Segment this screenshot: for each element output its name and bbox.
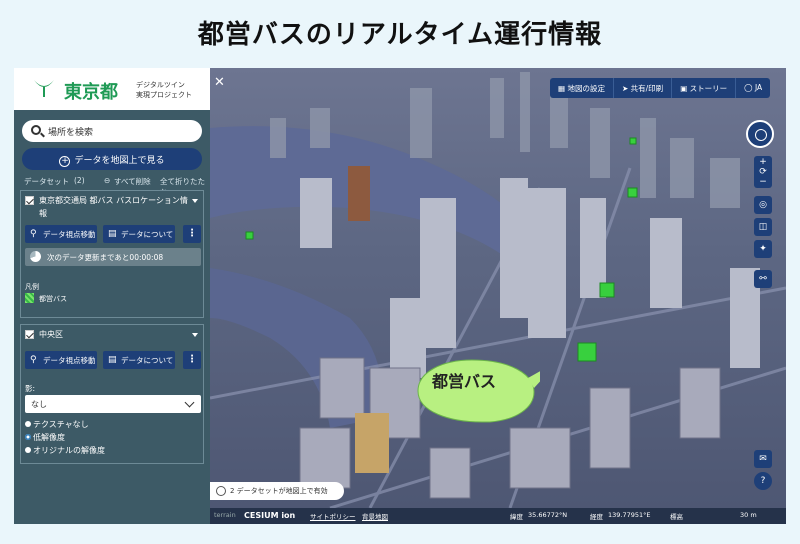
- map-settings-button[interactable]: ▦ 地図の設定: [550, 78, 614, 98]
- brand-name: 東京都: [64, 82, 118, 103]
- clear-all-button[interactable]: すべて削除: [114, 176, 151, 187]
- lon-label: 経度: [590, 513, 603, 521]
- update-countdown: 次のデータ更新まであと00:00:08: [25, 248, 201, 266]
- feedback-icon[interactable]: ✉: [754, 450, 772, 468]
- chevron-down-icon: [184, 397, 195, 408]
- share-print-button[interactable]: ➤ 共有/印刷: [614, 78, 673, 98]
- bus-more-menu-button[interactable]: ⋮: [183, 225, 201, 243]
- digital-twin-app: 東京都 デジタルツイン 実現プロジェクト 場所を検索 + データを地図上で見る デ…: [14, 68, 786, 524]
- city-scene: [210, 72, 786, 508]
- minus-circle-icon: ⊖: [104, 176, 111, 185]
- measure-icon[interactable]: ⚯: [754, 270, 772, 288]
- site-policy-link[interactable]: サイトポリシー: [310, 511, 356, 521]
- comment-icon: ▤: [108, 229, 117, 239]
- show-data-on-map-button[interactable]: + データを地図上で見る: [22, 148, 202, 170]
- map-toolbar: ▦ 地図の設定 ➤ 共有/印刷 ▣ ストーリー ◯ JA: [550, 78, 771, 98]
- search-icon: ⚲: [30, 229, 37, 239]
- refresh-icon[interactable]: ⟳: [754, 167, 772, 177]
- bus-dataset-checkbox[interactable]: [25, 196, 34, 205]
- story-button[interactable]: ▣ ストーリー: [672, 78, 737, 98]
- zoom-out-icon[interactable]: −: [754, 177, 772, 187]
- chevron-down-icon[interactable]: [192, 333, 198, 337]
- sidebar: 東京都 デジタルツイン 実現プロジェクト 場所を検索 + データを地図上で見る デ…: [14, 68, 210, 524]
- search-icon: ⚲: [30, 355, 37, 365]
- page-headline: 都営バスのリアルタイム運行情報: [197, 20, 603, 50]
- info-icon: [216, 486, 226, 496]
- dataset-card-chuo: 中央区 ⚲ データ視点移動 ▤ データについて ⋮ 影: なし テクスチャなし …: [20, 324, 204, 464]
- base-map-link[interactable]: 背景地図: [362, 511, 388, 521]
- dataset-header: データセット (2) ⊖ すべて削除 全て折りたたむ: [22, 176, 206, 197]
- chuo-dataset-checkbox[interactable]: [25, 330, 34, 339]
- chuo-dataset-title: 中央区: [39, 330, 63, 339]
- comment-icon: ▤: [108, 355, 117, 365]
- 3d-map-view[interactable]: ✕ ▦ 地図の設定 ➤ 共有/印刷 ▣ ストーリー ◯ JA + ⟳ − ◎ ◫…: [210, 68, 786, 524]
- chevron-down-icon[interactable]: [192, 199, 198, 203]
- help-icon[interactable]: ?: [754, 472, 772, 490]
- brand-subtitle: デジタルツイン 実現プロジェクト: [136, 81, 192, 99]
- search-placeholder: 場所を検索: [48, 128, 94, 138]
- dataset-label: データセット: [24, 177, 69, 186]
- chuo-about-data-button[interactable]: ▤ データについて: [103, 351, 175, 369]
- elev-label: 標高: [670, 513, 683, 521]
- lat-value: 35.66772°N: [528, 511, 568, 519]
- chuo-more-menu-button[interactable]: ⋮: [183, 351, 201, 369]
- callout-label: 都営バス: [432, 372, 497, 391]
- original-res-radio[interactable]: オリジナルの解像度: [25, 445, 105, 456]
- cesium-logo[interactable]: CESIUM ion: [244, 511, 295, 520]
- lon-value: 139.77951°E: [608, 511, 651, 519]
- active-datasets-notice[interactable]: 2 データセットが地図上で有効: [210, 482, 344, 500]
- low-res-radio[interactable]: 低解像度: [25, 432, 65, 443]
- lat-label: 緯度: [510, 513, 523, 521]
- close-icon[interactable]: ✕: [214, 76, 228, 90]
- bus-dataset-title: 東京都交通局 都バス バスロケーション情報: [39, 196, 188, 218]
- legend-heading: 凡例: [25, 283, 39, 291]
- zoom-control[interactable]: + ⟳ −: [754, 156, 772, 188]
- shadow-label: 影:: [25, 384, 36, 393]
- texture-none-radio[interactable]: テクスチャなし: [25, 419, 89, 430]
- pedestrian-icon[interactable]: ✦: [754, 240, 772, 258]
- dataset-count: (2): [74, 176, 85, 185]
- compass-icon[interactable]: [746, 120, 774, 148]
- locate-icon[interactable]: ◎: [754, 196, 772, 214]
- plus-circle-icon: +: [59, 156, 71, 167]
- chuo-move-view-button[interactable]: ⚲ データ視点移動: [25, 351, 97, 369]
- shadow-select[interactable]: なし: [25, 395, 201, 413]
- brand-header[interactable]: 東京都 デジタルツイン 実現プロジェクト: [14, 68, 210, 110]
- dataset-card-bus: 東京都交通局 都バス バスロケーション情報 ⚲ データ視点移動 ▤ データについ…: [20, 190, 204, 318]
- bus-move-view-button[interactable]: ⚲ データ視点移動: [25, 225, 97, 243]
- search-input[interactable]: 場所を検索: [22, 120, 202, 142]
- bus-about-data-button[interactable]: ▤ データについて: [103, 225, 175, 243]
- bus-legend-swatch: [25, 293, 34, 303]
- timer-icon: [30, 251, 41, 262]
- tokyo-logo-icon: [34, 80, 54, 97]
- search-icon: [31, 125, 41, 135]
- bus-legend-label: 都営バス: [39, 295, 67, 303]
- scale-bar: 30 m: [740, 511, 757, 519]
- language-button[interactable]: ◯ JA: [736, 78, 770, 98]
- split-view-icon[interactable]: ◫: [754, 218, 772, 236]
- zoom-in-icon[interactable]: +: [754, 157, 772, 167]
- map-footer: terrain CESIUM ion サイトポリシー 背景地図 緯度 35.66…: [210, 508, 786, 524]
- terrain-logo: terrain: [214, 511, 236, 519]
